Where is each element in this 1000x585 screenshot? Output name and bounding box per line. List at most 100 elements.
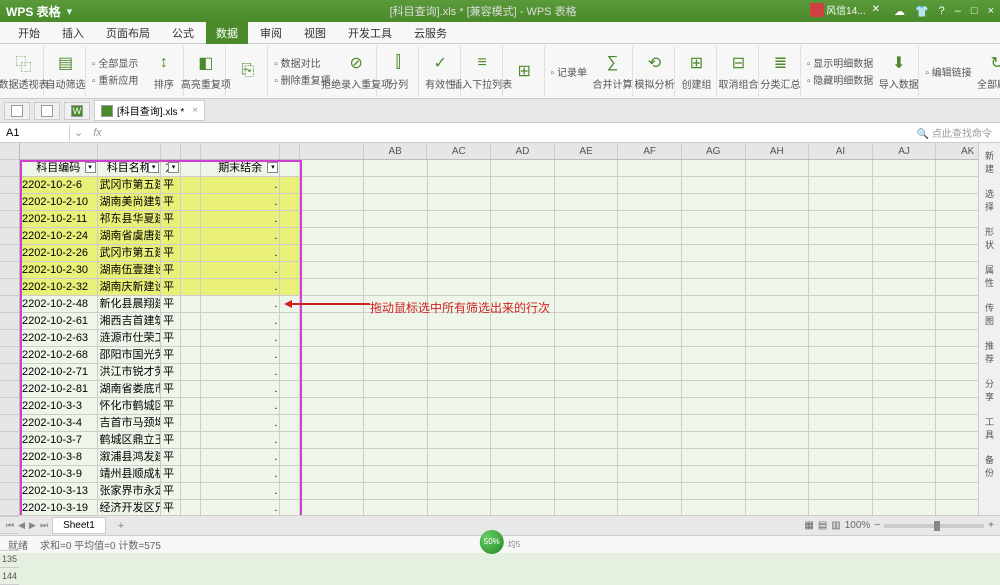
menu-tab-6[interactable]: 视图 bbox=[294, 22, 336, 44]
search-commands[interactable]: 🔍 点此查找命令 bbox=[909, 123, 1000, 142]
col-header[interactable]: AE bbox=[555, 143, 619, 159]
row-header[interactable] bbox=[0, 262, 19, 279]
col-header[interactable]: AD bbox=[491, 143, 555, 159]
col-header[interactable]: AJ bbox=[873, 143, 937, 159]
cell[interactable]: 平 bbox=[161, 347, 181, 363]
cell[interactable] bbox=[181, 228, 201, 244]
filter-header[interactable] bbox=[280, 160, 300, 176]
cell[interactable]: . bbox=[201, 262, 281, 278]
row-headers[interactable]: 135144 bbox=[0, 143, 20, 515]
weixin-widget[interactable]: 风信14... ✕ bbox=[810, 2, 880, 17]
row-header[interactable] bbox=[0, 279, 19, 296]
ribbon-group-15[interactable]: ⬇导入数据 bbox=[879, 46, 919, 96]
cell[interactable] bbox=[181, 313, 201, 329]
filter-dropdown-icon[interactable]: ▾ bbox=[85, 162, 96, 173]
cell[interactable] bbox=[280, 483, 300, 499]
col-header[interactable]: AF bbox=[618, 143, 682, 159]
row-header[interactable] bbox=[0, 364, 19, 381]
cell[interactable] bbox=[181, 262, 201, 278]
cell[interactable]: 2202-10-3-9 bbox=[20, 466, 98, 482]
row-header[interactable] bbox=[0, 211, 19, 228]
row-header[interactable] bbox=[0, 534, 19, 551]
cell[interactable] bbox=[181, 296, 201, 312]
row-header[interactable] bbox=[0, 347, 19, 364]
cell[interactable]: 2202-10-2-30 bbox=[20, 262, 98, 278]
ribbon-group-6[interactable]: ⫿分列 bbox=[379, 46, 419, 96]
cell[interactable] bbox=[280, 415, 300, 431]
cell[interactable]: 平 bbox=[161, 262, 181, 278]
ribbon-group-9[interactable]: ⊞ bbox=[505, 46, 545, 96]
col-header[interactable] bbox=[280, 143, 300, 159]
ribbon-group-10[interactable]: ∑合并计算 bbox=[593, 46, 633, 96]
doc-tab-2[interactable]: W bbox=[64, 102, 90, 120]
view-page-icon[interactable]: ▤ bbox=[818, 520, 827, 531]
cell[interactable] bbox=[181, 432, 201, 448]
cell[interactable] bbox=[181, 364, 201, 380]
close-button[interactable]: × bbox=[988, 5, 994, 17]
cell[interactable]: 平 bbox=[161, 466, 181, 482]
cell[interactable] bbox=[181, 483, 201, 499]
col-header[interactable] bbox=[20, 143, 98, 159]
row-header[interactable] bbox=[0, 381, 19, 398]
doc-tab-1[interactable] bbox=[34, 102, 60, 120]
cell[interactable] bbox=[181, 415, 201, 431]
cell[interactable]: 平 bbox=[161, 381, 181, 397]
cell[interactable] bbox=[181, 330, 201, 346]
cell[interactable]: . bbox=[201, 313, 281, 329]
cell[interactable] bbox=[280, 228, 300, 244]
cell[interactable]: 涟源市仕荣工 bbox=[98, 330, 162, 346]
cell[interactable]: . bbox=[201, 398, 281, 414]
view-break-icon[interactable]: ▥ bbox=[831, 520, 840, 531]
col-header[interactable]: AB bbox=[364, 143, 428, 159]
cell[interactable]: . bbox=[201, 500, 281, 515]
cell[interactable] bbox=[181, 211, 201, 227]
row-header[interactable] bbox=[0, 483, 19, 500]
column-headers[interactable]: ABACADAEAFAGAHAIAJAK bbox=[20, 143, 1000, 160]
view-normal-icon[interactable]: ▦ bbox=[804, 520, 813, 531]
cell[interactable] bbox=[181, 466, 201, 482]
sheet-tab[interactable]: Sheet1 bbox=[52, 517, 106, 534]
ribbon-group-16[interactable]: ↻全部刷新 bbox=[978, 46, 1000, 96]
menu-tab-3[interactable]: 公式 bbox=[162, 22, 204, 44]
cell[interactable]: . bbox=[201, 177, 281, 193]
col-header[interactable] bbox=[181, 143, 201, 159]
row-header[interactable] bbox=[0, 466, 19, 483]
filter-header[interactable]: 科目名称▾ bbox=[98, 160, 162, 176]
cell[interactable] bbox=[181, 347, 201, 363]
ribbon-group-2[interactable]: ↕排序 bbox=[144, 46, 184, 96]
cell[interactable]: 溆浦县鸿发建 bbox=[98, 449, 162, 465]
cell[interactable]: . bbox=[201, 415, 281, 431]
cell[interactable]: 湖南伍壹建设 bbox=[98, 262, 162, 278]
filter-header[interactable]: 方▾ bbox=[161, 160, 181, 176]
row-header[interactable] bbox=[0, 245, 19, 262]
cell[interactable]: 平 bbox=[161, 500, 181, 515]
row-header[interactable] bbox=[0, 415, 19, 432]
cell[interactable]: 2202-10-3-3 bbox=[20, 398, 98, 414]
help-icon[interactable]: ? bbox=[939, 5, 945, 17]
menu-tab-1[interactable]: 插入 bbox=[52, 22, 94, 44]
col-header[interactable]: AG bbox=[682, 143, 746, 159]
cell[interactable] bbox=[181, 449, 201, 465]
cell[interactable] bbox=[181, 279, 201, 295]
cell[interactable]: . bbox=[201, 228, 281, 244]
menu-tab-0[interactable]: 开始 bbox=[8, 22, 50, 44]
cell[interactable]: . bbox=[201, 466, 281, 482]
sidebar-item-3[interactable]: 属性 bbox=[982, 263, 998, 289]
cell[interactable]: 怀化市鹤城区 bbox=[98, 398, 162, 414]
cell[interactable] bbox=[280, 364, 300, 380]
cell[interactable] bbox=[181, 177, 201, 193]
cell[interactable]: . bbox=[201, 432, 281, 448]
cell[interactable] bbox=[181, 500, 201, 515]
cell[interactable]: 湖南美尚建筑 bbox=[98, 194, 162, 210]
filter-header[interactable]: 期末结余▾ bbox=[201, 160, 281, 176]
cell[interactable] bbox=[280, 449, 300, 465]
cell[interactable] bbox=[280, 194, 300, 210]
cell[interactable]: 2202-10-3-8 bbox=[20, 449, 98, 465]
row-header[interactable] bbox=[0, 398, 19, 415]
sidebar-item-4[interactable]: 传图 bbox=[982, 301, 998, 327]
cell[interactable]: . bbox=[201, 279, 281, 295]
cell[interactable]: . bbox=[201, 245, 281, 261]
cell[interactable]: 平 bbox=[161, 245, 181, 261]
cell[interactable]: 2202-10-2-10 bbox=[20, 194, 98, 210]
menu-tab-8[interactable]: 云服务 bbox=[404, 22, 457, 44]
